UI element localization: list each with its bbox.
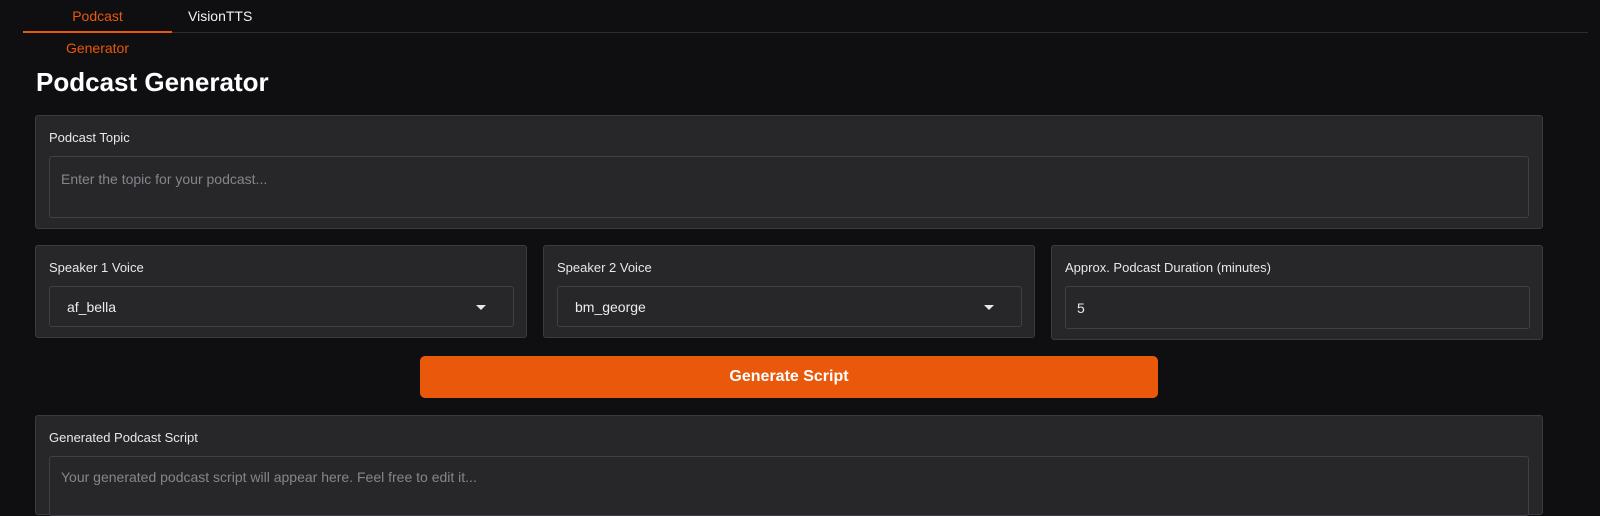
speaker-1-voice-value: af_bella <box>67 299 117 315</box>
generate-script-button[interactable]: Generate Script <box>420 356 1158 398</box>
tab-visiontts[interactable]: VisionTTS <box>172 0 268 32</box>
page-title: Podcast Generator <box>36 67 269 97</box>
chevron-down-icon <box>476 305 486 310</box>
podcast-topic-label: Podcast Topic <box>49 130 130 145</box>
speaker-1-voice-panel: Speaker 1 Voice af_bella <box>35 245 527 338</box>
tab-podcast-generator[interactable]: Podcast Generator <box>23 0 172 56</box>
tab-bar: Podcast Generator VisionTTS <box>23 0 1588 56</box>
podcast-topic-input[interactable] <box>49 156 1529 218</box>
generated-script-label: Generated Podcast Script <box>49 430 198 445</box>
speaker-1-voice-label: Speaker 1 Voice <box>49 260 144 275</box>
podcast-duration-label: Approx. Podcast Duration (minutes) <box>1065 260 1271 275</box>
speaker-2-voice-panel: Speaker 2 Voice bm_george <box>543 245 1035 338</box>
podcast-duration-input[interactable] <box>1065 286 1530 329</box>
speaker-2-voice-value: bm_george <box>575 299 646 315</box>
speaker-1-voice-dropdown[interactable]: af_bella <box>49 286 514 327</box>
generated-script-panel: Generated Podcast Script <box>35 415 1543 516</box>
speaker-2-voice-label: Speaker 2 Voice <box>557 260 652 275</box>
generated-script-textarea[interactable] <box>49 456 1529 516</box>
speaker-2-voice-dropdown[interactable]: bm_george <box>557 286 1022 327</box>
chevron-down-icon <box>984 305 994 310</box>
podcast-topic-panel: Podcast Topic <box>35 115 1543 229</box>
podcast-duration-panel: Approx. Podcast Duration (minutes) <box>1051 245 1543 340</box>
